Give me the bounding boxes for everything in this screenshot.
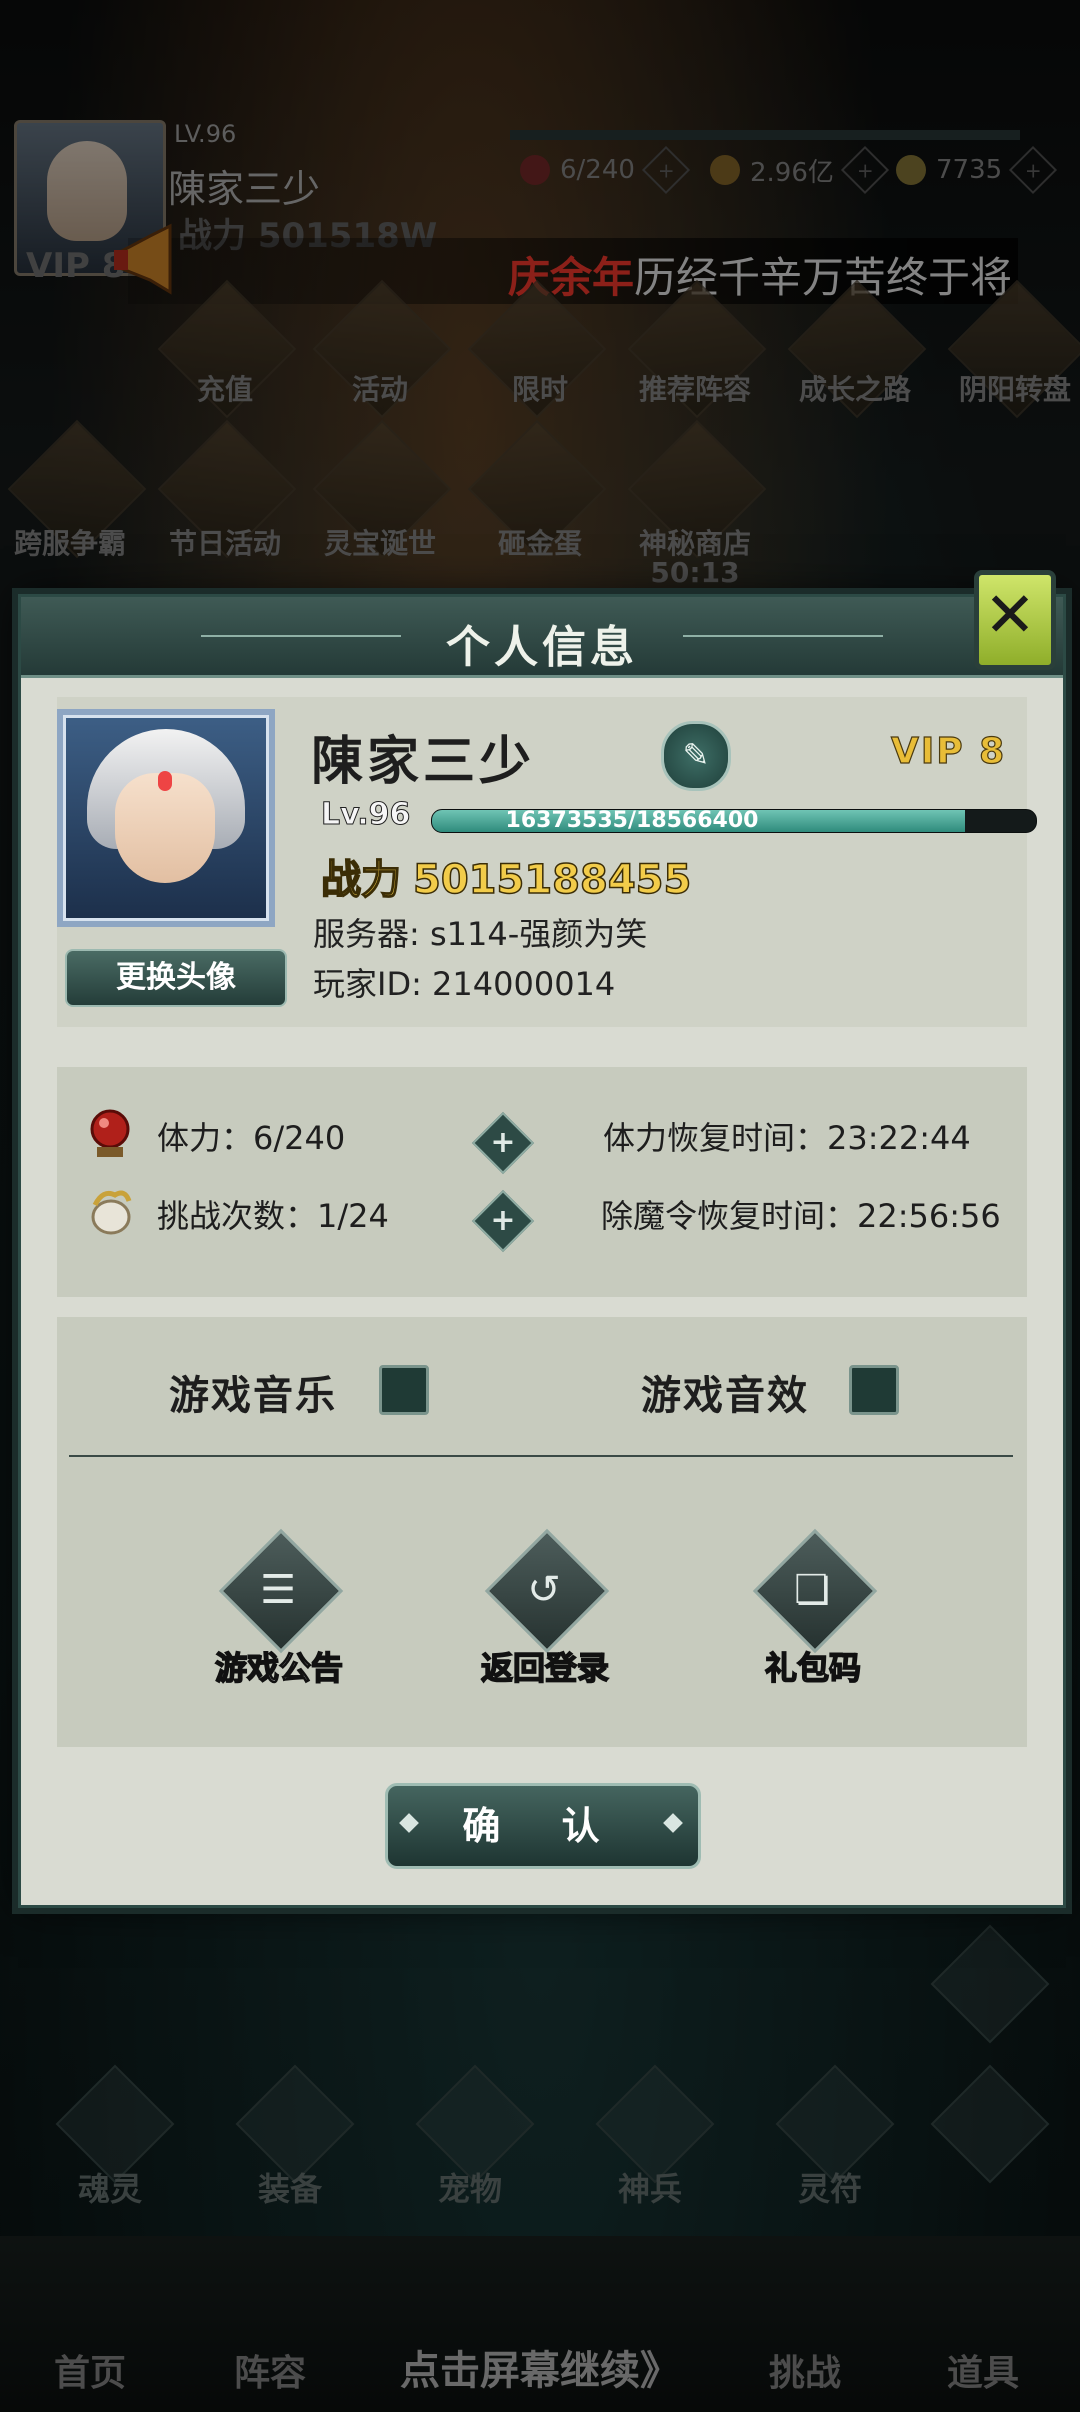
gift-code-icon: ❏ [794, 1567, 830, 1613]
sound-checkbox[interactable] [849, 1365, 899, 1415]
stamina-orb-icon [90, 1109, 130, 1157]
return-login-button[interactable]: ↺ 返回登录 [461, 1528, 641, 1693]
return-login-label: 返回登录 [480, 1648, 610, 1688]
return-arrow-icon: ↺ [527, 1567, 561, 1613]
stats-panel [57, 1067, 1027, 1297]
server-info: 服务器: s114-强颜为笑 [313, 915, 648, 953]
challenge-count: 挑战次数：1/24 [157, 1197, 389, 1235]
music-checkbox[interactable] [379, 1365, 429, 1415]
combat-power: 战力 5015188455 [320, 847, 692, 905]
close-icon: ✕ [984, 578, 1036, 651]
dialog-header: 个人信息 [21, 597, 1063, 678]
challenge-token-icon [91, 1190, 132, 1235]
gift-code-label: 礼包码 [764, 1648, 862, 1688]
plus-icon: + [490, 1203, 516, 1238]
plus-icon: + [490, 1125, 516, 1160]
close-button[interactable]: ✕ [966, 560, 1056, 670]
change-avatar-button[interactable]: 更换头像 [65, 949, 287, 1007]
game-notice-label: 游戏公告 [214, 1648, 344, 1688]
power-label: 战力 [320, 856, 402, 904]
demon-token-recover-time: 除魔令恢复时间：22:56:56 [601, 1197, 1001, 1235]
edit-name-button[interactable]: ✎ [661, 721, 731, 791]
settings-divider [69, 1455, 1013, 1457]
ornament-dot [663, 1813, 683, 1833]
player-level: Lv.96 [320, 797, 411, 833]
notice-board-icon: ☰ [260, 1567, 296, 1613]
stamina-recover-time: 体力恢复时间：23:22:44 [603, 1119, 971, 1157]
player-name: 陳家三少 [311, 732, 536, 792]
music-label: 游戏音乐 [169, 1373, 337, 1419]
confirm-label: 确 认 [462, 1804, 624, 1848]
exp-bar: 16373535/18566400 [431, 809, 1037, 833]
stamina-value: 体力：6/240 [157, 1119, 346, 1157]
player-portrait [57, 709, 275, 927]
dialog-title: 个人信息 [446, 622, 638, 673]
gift-code-button[interactable]: ❏ 礼包码 [729, 1528, 909, 1693]
player-id: 玩家ID: 214000014 [313, 965, 616, 1003]
personal-info-dialog: 个人信息 更换头像 陳家三少 ✎ VIP 8 Lv.96 16373535/18… [18, 594, 1066, 1908]
sound-label: 游戏音效 [641, 1373, 809, 1419]
ornament-dot [399, 1813, 419, 1833]
game-notice-button[interactable]: ☰ 游戏公告 [195, 1528, 375, 1693]
confirm-button[interactable]: 确 认 [385, 1783, 701, 1869]
pencil-icon: ✎ [682, 736, 710, 774]
vip-level: VIP 8 [890, 730, 1007, 772]
exp-text: 16373535/18566400 [505, 809, 759, 833]
power-value: 5015188455 [412, 856, 692, 904]
